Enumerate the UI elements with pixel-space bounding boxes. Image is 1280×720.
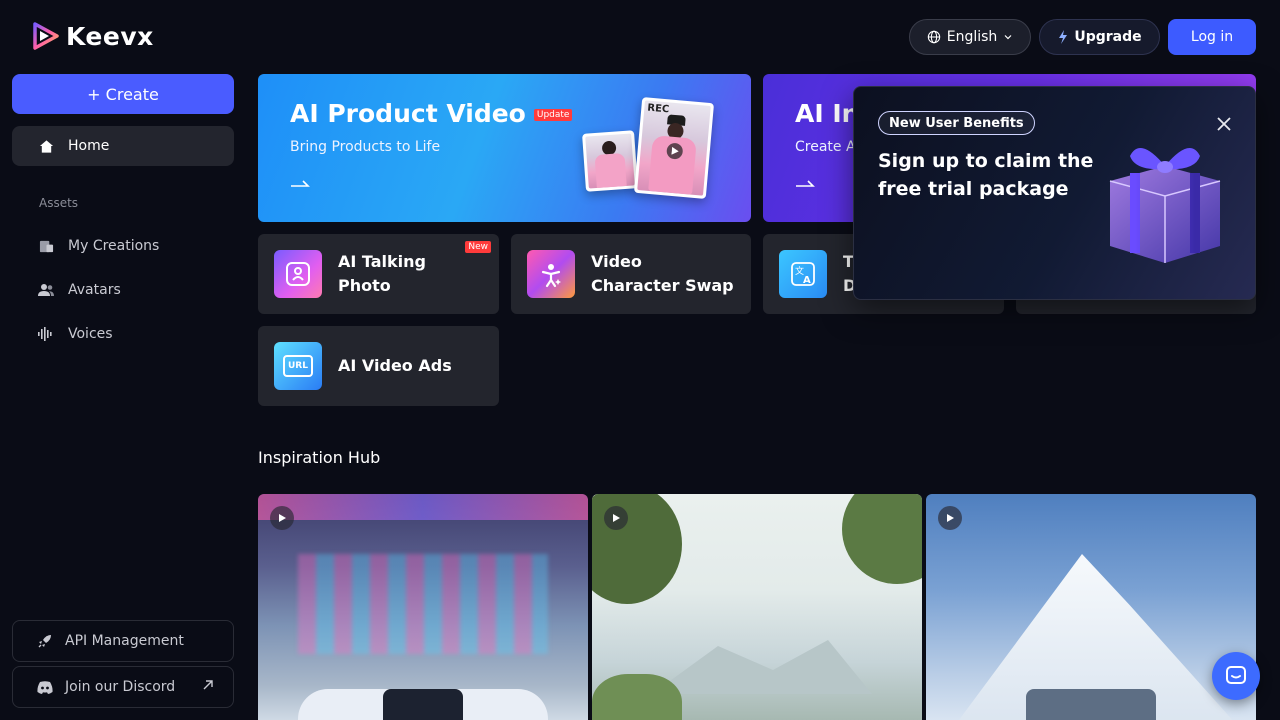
sidebar-item-label: Avatars (68, 282, 121, 298)
tool-label: AI Video Ads (338, 356, 452, 375)
blurred-lights (298, 554, 548, 654)
external-arrow-icon (203, 680, 213, 690)
logo[interactable]: Keevx (30, 20, 154, 52)
popup-title: Sign up to claim the free trial package (878, 150, 1094, 200)
api-management-label: API Management (65, 633, 184, 649)
inspiration-card[interactable] (592, 494, 922, 720)
language-selector[interactable]: English (909, 19, 1031, 55)
svg-text:A: A (803, 275, 811, 286)
arrow-right-icon (796, 180, 815, 187)
avatars-icon (38, 282, 54, 298)
sidebar-item-avatars[interactable]: Avatars (12, 270, 234, 310)
login-button[interactable]: Log in (1168, 19, 1256, 55)
logo-text: Keevx (66, 21, 154, 51)
play-icon[interactable] (604, 506, 628, 530)
tool-ai-video-ads[interactable]: URL AI Video Ads (258, 326, 499, 406)
gift-icon (1109, 148, 1221, 263)
banner-title: AI Product Video Update (290, 99, 573, 128)
banner-title: AI In (795, 99, 860, 128)
character-swap-icon (527, 250, 575, 298)
product-photo-large: REC (633, 97, 715, 199)
logo-icon (33, 22, 59, 50)
update-badge: Update (533, 108, 573, 121)
url-icon: URL (274, 342, 322, 390)
mountain-shape (652, 640, 872, 694)
rec-label: REC (646, 102, 670, 116)
tree-right (842, 494, 922, 584)
tool-label-line-2: Character Swap (591, 276, 734, 295)
arrow-right-icon (291, 180, 310, 187)
neon-strip (258, 494, 588, 520)
inspiration-card[interactable] (258, 494, 588, 720)
banner-ai-product-video[interactable]: AI Product Video Update Bring Products t… (258, 74, 751, 222)
inspiration-card[interactable] (926, 494, 1256, 720)
rocket-icon (38, 635, 51, 648)
creations-icon (38, 238, 54, 254)
inspiration-hub-title: Inspiration Hub (258, 448, 381, 467)
new-user-benefits-badge: New User Benefits (878, 111, 1035, 135)
sidebar-item-home[interactable]: Home (12, 126, 234, 166)
create-button[interactable]: + Create (12, 74, 234, 114)
banner-subtitle: Bring Products to Life (290, 139, 441, 155)
sidebar-item-my-creations[interactable]: My Creations (12, 226, 234, 266)
language-label: English (946, 29, 998, 45)
header-actions: English Upgrade Log in (909, 19, 1256, 55)
discord-label: Join our Discord (65, 679, 176, 695)
sidebar-item-label: My Creations (68, 238, 160, 254)
api-management-button[interactable]: API Management (12, 620, 234, 662)
banner-title-text: AI Product Video (290, 99, 526, 128)
translate-icon: 文A (779, 250, 827, 298)
chat-icon (1226, 666, 1246, 684)
bottle-cap (1026, 689, 1156, 720)
globe-icon (927, 30, 940, 44)
tool-label: AI Talking Photo (338, 250, 426, 298)
banner-subtitle: Create A (795, 139, 856, 155)
tool-label: Video Character Swap (591, 250, 734, 298)
lightning-icon (1059, 30, 1068, 44)
sidebar-item-voices[interactable]: Voices (12, 314, 234, 354)
play-icon[interactable] (270, 506, 294, 530)
discord-button[interactable]: Join our Discord (12, 666, 234, 708)
voices-icon (38, 326, 54, 342)
url-icon-text: URL (283, 355, 313, 377)
sidebar-item-label: Home (68, 138, 110, 154)
talking-photo-icon (274, 250, 322, 298)
tool-label-line-1: Video (591, 252, 642, 271)
chat-support-button[interactable] (1212, 652, 1260, 700)
play-icon[interactable] (938, 506, 962, 530)
app-root: Keevx English Upgrade Log in + Create Ho… (0, 0, 1280, 720)
bush-shape (592, 674, 682, 720)
new-badge: New (465, 241, 491, 253)
home-icon (38, 138, 54, 154)
sidebar-item-label: Voices (68, 326, 113, 342)
upgrade-button[interactable]: Upgrade (1039, 19, 1160, 55)
tool-ai-talking-photo[interactable]: AI Talking Photo New (258, 234, 499, 314)
controller-touchpad (383, 689, 463, 720)
new-user-popup: New User Benefits Sign up to claim the f… (853, 86, 1256, 300)
assets-section-label: Assets (39, 196, 79, 210)
discord-icon (37, 680, 53, 694)
tool-video-character-swap[interactable]: Video Character Swap (511, 234, 751, 314)
tool-label-line-2: Photo (338, 276, 391, 295)
product-photo-small (582, 130, 638, 192)
tool-label-line-1: AI Talking (338, 252, 427, 271)
chevron-down-icon (1004, 35, 1012, 40)
upgrade-label: Upgrade (1074, 29, 1142, 45)
